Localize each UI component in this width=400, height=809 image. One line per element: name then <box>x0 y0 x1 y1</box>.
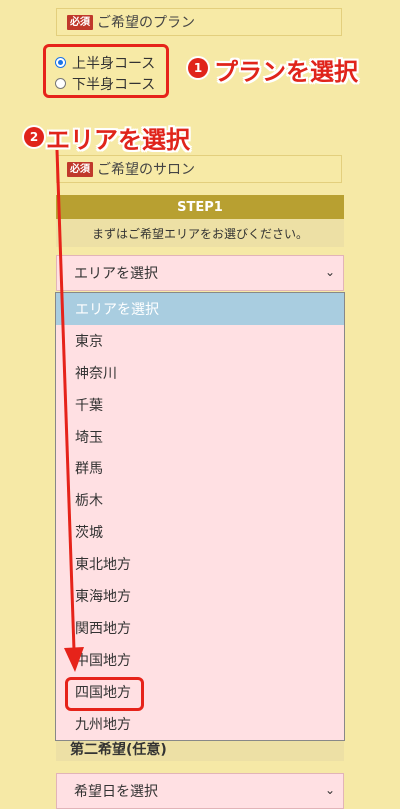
red-arrow-icon <box>55 149 84 672</box>
